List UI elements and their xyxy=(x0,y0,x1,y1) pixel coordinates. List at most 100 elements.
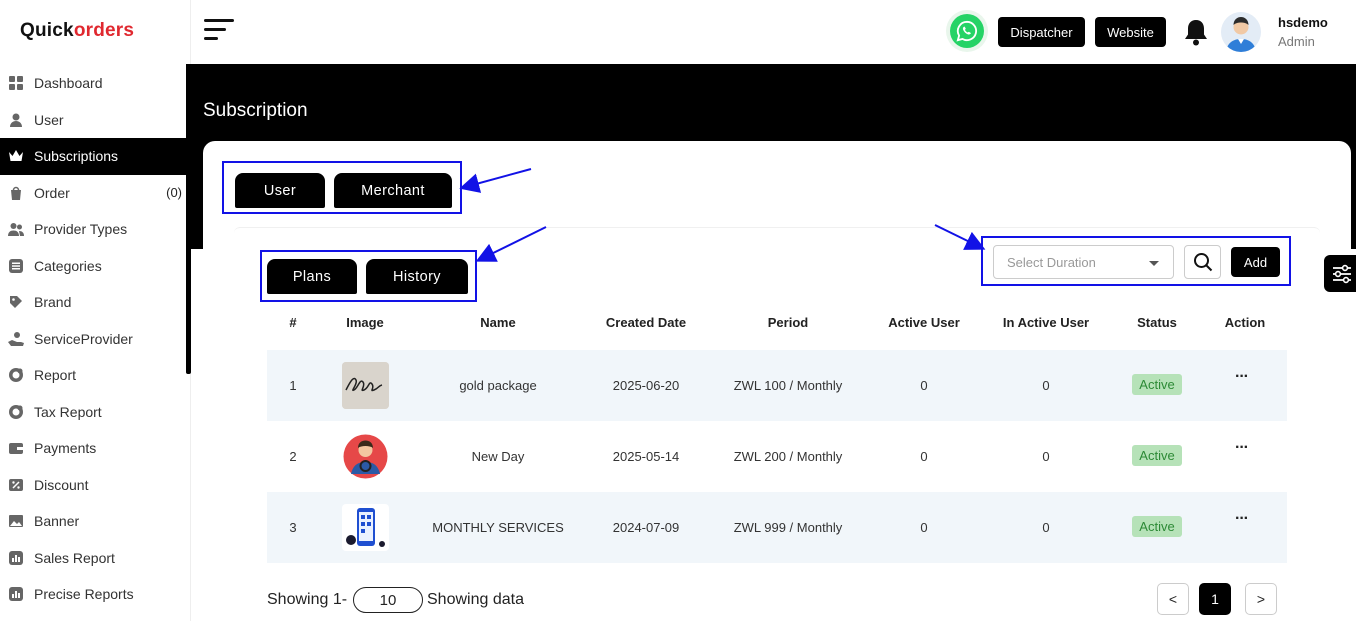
column-header-action: Action xyxy=(1224,315,1266,330)
sidebar-item-label: Payments xyxy=(34,440,97,457)
pagination-next-button[interactable]: > xyxy=(1245,583,1277,615)
highlight-box-user-merchant xyxy=(222,161,462,214)
showing-suffix: Showing data xyxy=(427,591,524,608)
list-icon xyxy=(8,258,24,274)
avatar[interactable] xyxy=(1221,12,1261,52)
sidebar-item-subscriptions[interactable]: Subscriptions xyxy=(0,138,186,175)
active-user-count: 0 xyxy=(920,378,928,393)
phone-illustration-image xyxy=(342,504,389,551)
users-icon xyxy=(8,221,24,237)
showing-prefix: Showing 1- xyxy=(267,591,348,608)
username: hsdemo xyxy=(1278,15,1328,30)
table-row: 1 gold package 2025-06-20 ZWL 100 / Mont… xyxy=(267,350,1287,421)
sidebar-item-label: Discount xyxy=(34,476,89,493)
user-icon xyxy=(8,112,24,128)
dashboard-icon xyxy=(8,75,24,91)
sidebar-item-label: Sales Report xyxy=(34,549,115,566)
top-header: Dispatcher Website hsdemo Admin xyxy=(191,0,1356,64)
sidebar-item-label: ServiceProvider xyxy=(34,330,133,347)
sidebar-item-discount[interactable]: Discount xyxy=(0,467,186,504)
more-actions-icon[interactable]: ··· xyxy=(1235,510,1249,528)
sidebar-item-label: Banner xyxy=(34,513,80,530)
chart-icon xyxy=(8,550,24,566)
sidebar-item-brand[interactable]: Brand xyxy=(0,284,186,321)
wallet-icon xyxy=(8,440,24,456)
page-title: Subscription xyxy=(203,100,308,121)
bell-icon[interactable] xyxy=(1183,18,1209,46)
precise-report-icon xyxy=(8,586,24,602)
menu-toggle-icon[interactable] xyxy=(204,19,234,43)
sidebar-item-order[interactable]: Order (0) xyxy=(0,175,186,212)
sidebar-item-label: Precise Reports xyxy=(34,586,134,603)
dispatcher-button[interactable]: Dispatcher xyxy=(998,17,1085,47)
whatsapp-icon[interactable] xyxy=(946,10,988,52)
status-badge[interactable]: Active xyxy=(1132,374,1182,395)
inactive-user-count: 0 xyxy=(1042,520,1050,535)
more-actions-icon[interactable]: ··· xyxy=(1235,368,1249,386)
sidebar-item-label: Brand xyxy=(34,294,72,311)
discount-icon xyxy=(8,477,24,493)
tax-report-icon xyxy=(8,404,24,420)
table-row: 2 New Day 2025-05-14 ZWL 200 / Monthly 0… xyxy=(267,421,1287,492)
active-user-count: 0 xyxy=(920,449,928,464)
row-number: 3 xyxy=(289,520,297,535)
sidebar-item-report[interactable]: Report xyxy=(0,357,186,394)
sidebar-item-provider-types[interactable]: Provider Types xyxy=(0,211,186,248)
sidebar-item-payments[interactable]: Payments xyxy=(0,430,186,467)
sidebar-item-banner[interactable]: Banner xyxy=(0,503,186,540)
status-badge[interactable]: Active xyxy=(1132,516,1182,537)
plan-period: ZWL 100 / Monthly xyxy=(733,378,843,393)
plan-period: ZWL 200 / Monthly xyxy=(733,449,843,464)
active-user-count: 0 xyxy=(920,520,928,535)
hand-icon xyxy=(8,331,24,347)
column-header-active-user: Active User xyxy=(888,315,960,330)
pagination-prev-button[interactable]: < xyxy=(1157,583,1189,615)
image-icon xyxy=(8,513,24,529)
created-date: 2025-06-20 xyxy=(612,378,680,393)
plan-name: MONTHLY SERVICES xyxy=(432,520,564,535)
sidebar: Quickorders Dashboard User Subscriptions… xyxy=(0,0,191,621)
plan-period: ZWL 999 / Monthly xyxy=(733,520,843,535)
logo[interactable]: Quickorders xyxy=(20,20,134,42)
settings-sliders-icon[interactable] xyxy=(1324,255,1356,292)
column-header-inactive-user: In Active User xyxy=(1002,315,1090,330)
highlight-box-plans-history xyxy=(260,250,477,302)
column-header-period: Period xyxy=(767,315,809,330)
pagination-page-1[interactable]: 1 xyxy=(1199,583,1231,615)
sidebar-item-categories[interactable]: Categories xyxy=(0,248,186,285)
plan-name: New Day xyxy=(471,449,525,464)
shopping-bag-icon xyxy=(8,185,24,201)
more-actions-icon[interactable]: ··· xyxy=(1235,439,1249,457)
website-button[interactable]: Website xyxy=(1095,17,1166,47)
page-size-input[interactable]: 10 xyxy=(353,587,423,613)
sidebar-item-user[interactable]: User xyxy=(0,102,186,139)
sidebar-item-label: Tax Report xyxy=(34,403,102,420)
row-number: 2 xyxy=(289,449,297,464)
column-header-name: Name xyxy=(480,315,516,330)
sidebar-item-tax-report[interactable]: Tax Report xyxy=(0,394,186,431)
table-row: 3 MONTHLY SERVICES 2024-07-09 ZWL 999 / … xyxy=(267,492,1287,563)
plan-name: gold package xyxy=(459,378,537,393)
sidebar-item-serviceprovider[interactable]: ServiceProvider xyxy=(0,321,186,358)
crown-icon xyxy=(8,148,24,164)
column-header-status: Status xyxy=(1137,315,1177,330)
driver-avatar-image xyxy=(342,433,389,480)
sidebar-item-dashboard[interactable]: Dashboard xyxy=(0,65,186,102)
sidebar-item-label: Categories xyxy=(34,257,102,274)
inactive-user-count: 0 xyxy=(1042,378,1050,393)
column-header-image: Image xyxy=(346,315,384,330)
status-badge[interactable]: Active xyxy=(1132,445,1182,466)
column-header-number: # xyxy=(289,315,297,330)
highlight-box-filters xyxy=(981,236,1291,286)
row-number: 1 xyxy=(289,378,297,393)
sidebar-item-sales-report[interactable]: Sales Report xyxy=(0,540,186,577)
sidebar-item-label: Order xyxy=(34,184,70,201)
column-header-created-date: Created Date xyxy=(605,315,687,330)
sidebar-nav: Dashboard User Subscriptions Order (0) P… xyxy=(0,65,186,613)
tag-icon xyxy=(8,294,24,310)
signature-image xyxy=(342,362,389,409)
sidebar-item-label: Dashboard xyxy=(34,75,103,92)
report-icon xyxy=(8,367,24,383)
sidebar-item-precise-reports[interactable]: Precise Reports xyxy=(0,576,186,613)
user-role: Admin xyxy=(1278,34,1315,49)
